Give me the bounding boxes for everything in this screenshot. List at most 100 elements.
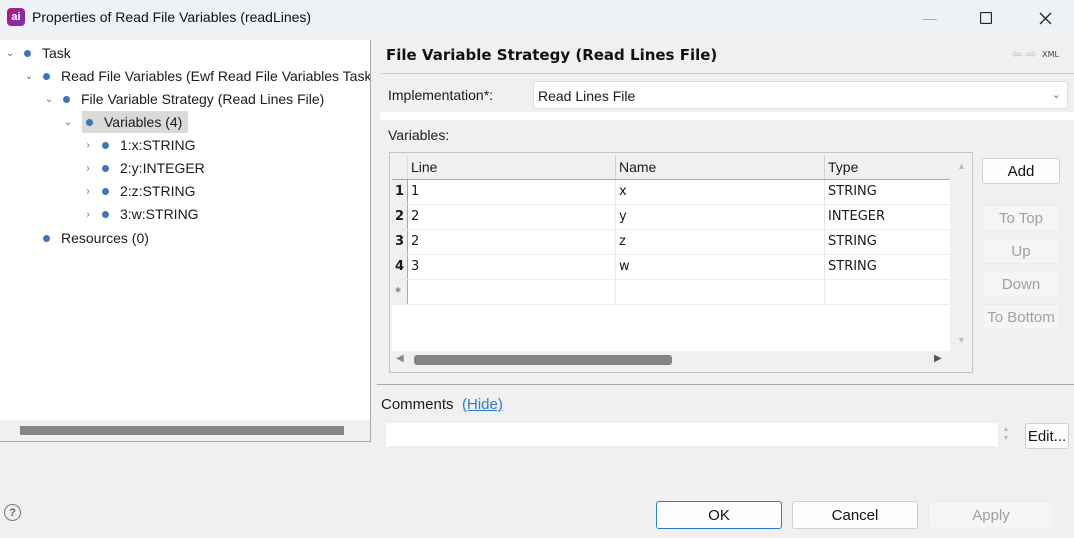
tree-item-variable[interactable]: › 2:y:INTEGER [82,157,208,179]
cell-line[interactable]: 1 [408,180,616,204]
row-number[interactable]: 2 [392,205,408,229]
down-button[interactable]: Down [982,271,1060,297]
cancel-button[interactable]: Cancel [792,501,918,529]
ok-button[interactable]: OK [656,501,782,529]
scroll-down-icon[interactable]: ▼ [1000,434,1012,443]
comments-scroll[interactable]: ▲ ▼ [1000,425,1012,443]
column-header-line[interactable]: Line [408,155,616,179]
tree-item-label: 2:z:STRING [120,183,196,199]
scroll-down-icon[interactable]: ▼ [957,335,966,345]
tree-item-variables[interactable]: ⌄ Variables (4) [62,111,189,133]
to-top-button[interactable]: To Top [982,205,1060,231]
chevron-down-icon[interactable]: ⌄ [23,71,35,82]
tree-item-read-file-variables[interactable]: ⌄ Read File Variables (Ewf Read File Var… [23,65,370,87]
cell-type[interactable]: STRING [825,255,950,279]
cell-name[interactable]: y [616,205,825,229]
node-bullet-icon [63,95,70,103]
scroll-right-icon[interactable]: ▶ [934,353,942,364]
chevron-down-icon[interactable]: ⌄ [43,94,55,105]
add-button[interactable]: Add [982,158,1060,184]
cell-name[interactable]: w [616,255,825,279]
cell-line[interactable] [408,280,616,304]
tree-horizontal-scrollbar[interactable] [0,420,370,441]
edit-comments-button[interactable]: Edit... [1025,423,1069,449]
help-icon[interactable]: ? [4,504,21,521]
tree-item-file-variable-strategy[interactable]: ⌄ File Variable Strategy (Read Lines Fil… [43,88,327,110]
table-row[interactable]: 3 2 z STRING [392,230,950,255]
tree-item-label: File Variable Strategy (Read Lines File) [81,91,325,107]
hide-comments-link[interactable]: (Hide) [462,396,503,413]
cell-line[interactable]: 3 [408,255,616,279]
apply-button[interactable]: Apply [928,501,1054,529]
minimize-button[interactable]: — [907,0,953,36]
table-row[interactable]: 1 1 x STRING [392,180,950,205]
table-vertical-scrollbar[interactable]: ▲ ▼ [952,155,970,351]
node-bullet-icon [24,49,31,57]
chevron-right-icon[interactable]: › [82,209,94,220]
app-logo-icon: ai [7,8,25,26]
cell-line[interactable]: 2 [408,230,616,254]
close-button[interactable] [1022,0,1068,36]
up-button[interactable]: Up [982,238,1060,264]
maximize-icon [980,12,992,24]
scrollbar-thumb[interactable] [414,355,672,365]
implementation-value: Read Lines File [538,88,636,104]
xml-icon[interactable]: XML [1042,50,1059,59]
node-bullet-icon [102,164,109,172]
table-horizontal-scrollbar[interactable]: ◀ ▶ [392,351,950,369]
selection-highlight: Variables (4) [82,111,189,133]
scrollbar-thumb[interactable] [20,426,344,435]
forward-arrow-icon[interactable]: ⇨ [1026,47,1036,61]
chevron-right-icon[interactable]: › [82,140,94,151]
chevron-right-icon[interactable]: › [82,186,94,197]
scroll-up-icon[interactable]: ▲ [957,161,966,171]
chevron-down-icon[interactable]: ⌄ [4,48,16,59]
table-row[interactable]: 4 3 w STRING [392,255,950,280]
cell-type[interactable] [825,280,950,304]
tree-item-resources[interactable]: Resources (0) [23,227,152,249]
cell-line[interactable]: 2 [408,205,616,229]
scroll-left-icon[interactable]: ◀ [396,353,404,364]
title-bar: ai Properties of Read File Variables (re… [0,0,1074,36]
column-header-name[interactable]: Name [616,155,825,179]
scroll-up-icon[interactable]: ▲ [1000,425,1012,434]
back-arrow-icon[interactable]: ⇦ [1012,47,1022,61]
row-number[interactable]: 3 [392,230,408,254]
maximize-button[interactable] [963,0,1009,36]
comments-label: Comments [381,396,454,413]
comments-divider [377,384,1074,385]
tree-item-variable[interactable]: › 3:w:STRING [82,203,202,225]
section-title: File Variable Strategy (Read Lines File) [386,46,718,64]
implementation-select[interactable]: Read Lines File ⌄ [533,81,1068,109]
properties-tree[interactable]: ⌄ Task ⌄ Read File Variables (Ewf Read F… [0,40,371,442]
to-bottom-button[interactable]: To Bottom [982,304,1060,330]
window-title: Properties of Read File Variables (readL… [32,9,312,25]
comments-field[interactable] [386,423,998,446]
table-row[interactable]: 2 2 y INTEGER [392,205,950,230]
tree-item-label: Resources (0) [61,230,149,246]
node-bullet-icon [86,118,93,126]
cell-type[interactable]: INTEGER [825,205,950,229]
tree-item-label: Task [42,45,71,61]
node-bullet-icon [43,72,50,80]
variables-table[interactable]: Line Name Type 1 1 x STRING 2 2 y INTEGE… [389,152,973,373]
close-icon [1039,12,1051,24]
chevron-down-icon[interactable]: ⌄ [62,117,74,128]
table-header: Line Name Type [392,155,950,180]
tree-item-variable[interactable]: › 2:z:STRING [82,180,198,202]
cell-name[interactable]: z [616,230,825,254]
column-header-type[interactable]: Type [825,155,950,179]
chevron-right-icon[interactable]: › [82,163,94,174]
cell-name[interactable]: x [616,180,825,204]
row-number[interactable]: 4 [392,255,408,279]
node-bullet-icon [43,234,50,242]
table-new-row[interactable]: * [392,280,950,305]
divider-strip [380,112,1074,120]
row-number[interactable]: 1 [392,180,408,204]
tree-item-task[interactable]: ⌄ Task [4,42,74,64]
tree-item-variable[interactable]: › 1:x:STRING [82,134,198,156]
node-bullet-icon [102,210,109,218]
cell-name[interactable] [616,280,825,304]
cell-type[interactable]: STRING [825,230,950,254]
cell-type[interactable]: STRING [825,180,950,204]
